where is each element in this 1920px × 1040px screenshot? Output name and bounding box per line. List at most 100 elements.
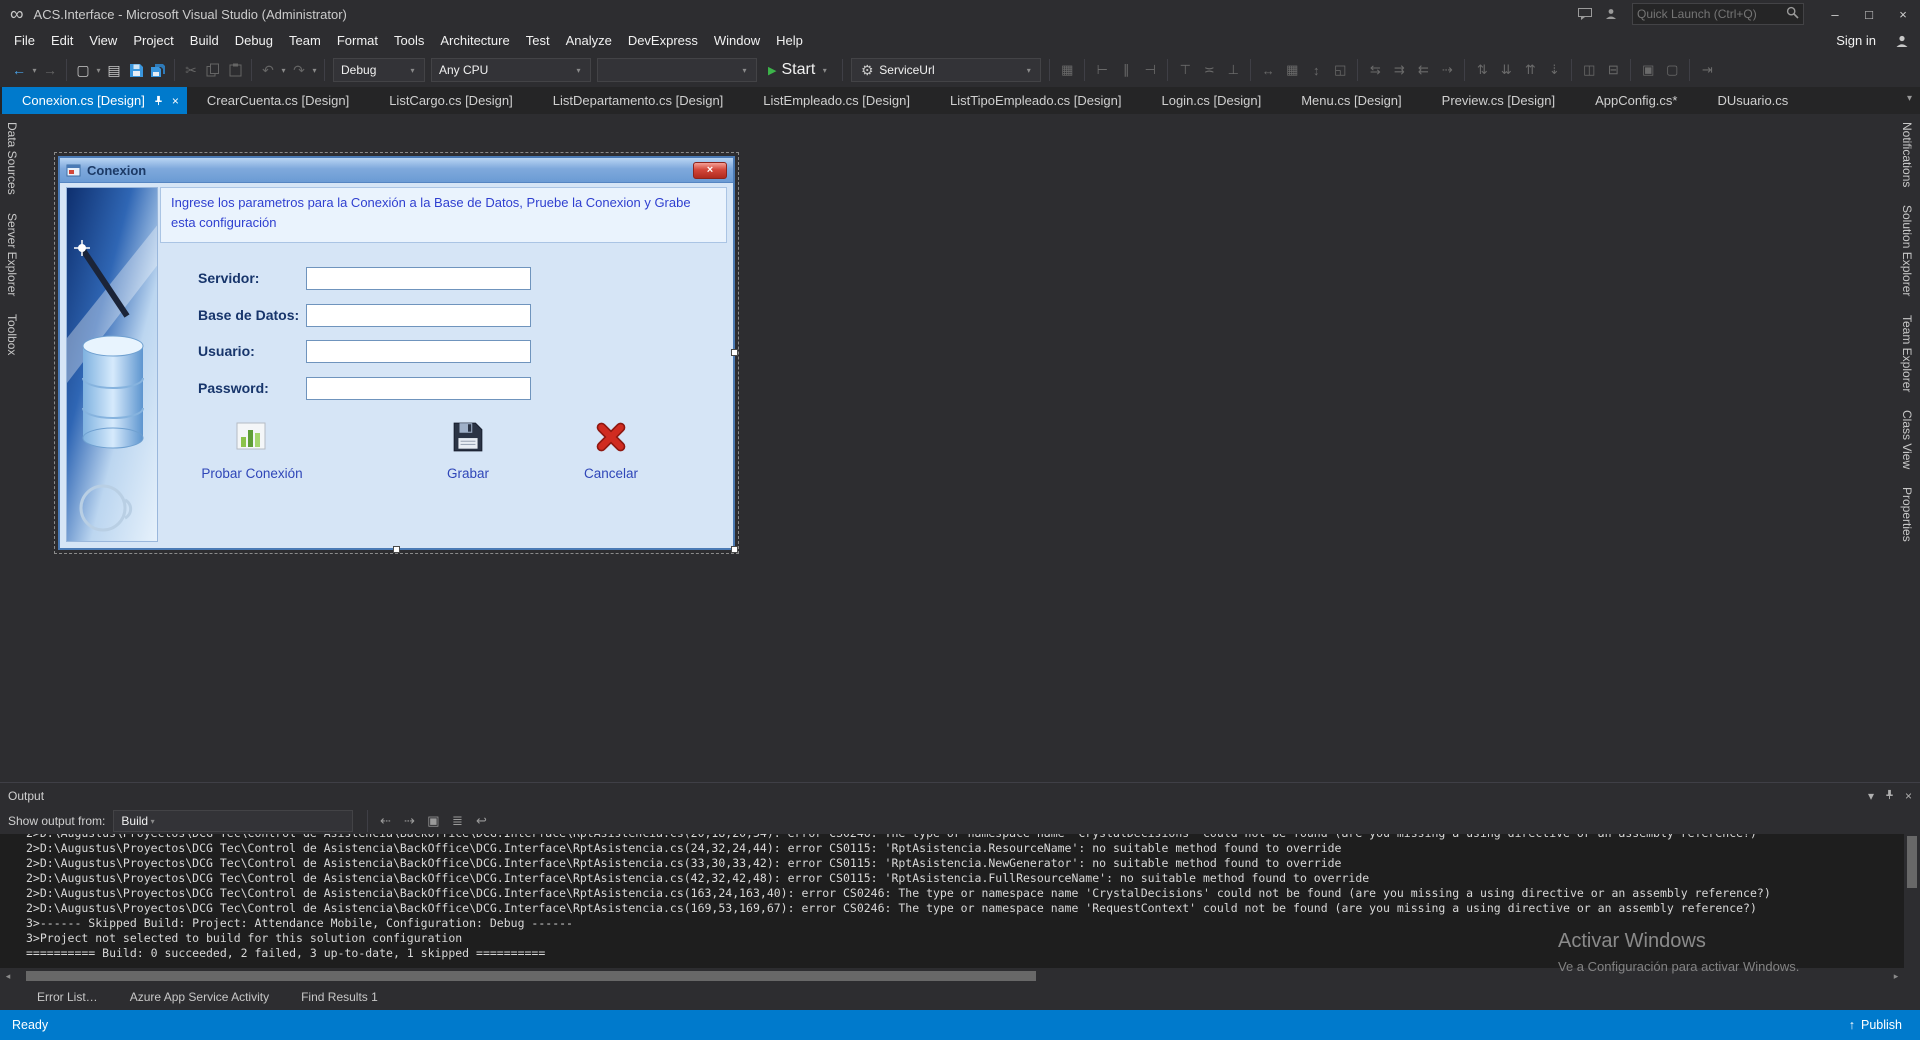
form-close-button[interactable]: × xyxy=(693,162,727,179)
grabar-button[interactable]: Grabar xyxy=(403,420,533,481)
copy-output-icon[interactable]: ▣ xyxy=(421,810,445,832)
servidor-input[interactable] xyxy=(306,267,531,290)
start-debugging-button[interactable]: ▶ Start ▾ xyxy=(760,58,837,82)
sidebar-tab-toolbox[interactable]: Toolbox xyxy=(5,314,19,355)
menu-analyze[interactable]: Analyze xyxy=(558,31,620,50)
conexion-form[interactable]: Conexion × xyxy=(58,156,735,550)
navigate-backward-caret-icon[interactable]: ▾ xyxy=(30,66,39,75)
menu-team[interactable]: Team xyxy=(281,31,329,50)
scrollbar-track[interactable] xyxy=(16,968,1888,984)
startup-item-dropdown[interactable]: ▾ xyxy=(597,58,757,82)
probar-conexion-button[interactable]: Probar Conexión xyxy=(187,420,317,481)
tab-preview[interactable]: Preview.cs [Design] xyxy=(1422,87,1575,114)
solution-configuration-dropdown[interactable]: Debug ▾ xyxy=(333,58,425,82)
feedback-icon[interactable] xyxy=(1572,3,1598,25)
menu-devexpress[interactable]: DevExpress xyxy=(620,31,706,50)
tab-menu[interactable]: Menu.cs [Design] xyxy=(1281,87,1421,114)
pin-icon[interactable] xyxy=(153,95,164,106)
horizontal-scrollbar[interactable]: ◂ ▸ xyxy=(0,968,1904,984)
make-vertical-spacing-equal-icon[interactable]: ⇅ xyxy=(1470,59,1494,81)
decrease-horizontal-spacing-icon[interactable]: ⇇ xyxy=(1411,59,1435,81)
sidebar-tab-properties[interactable]: Properties xyxy=(1900,487,1914,542)
sidebar-tab-server-explorer[interactable]: Server Explorer xyxy=(5,213,19,296)
menu-debug[interactable]: Debug xyxy=(227,31,281,50)
quick-launch-search[interactable] xyxy=(1632,3,1804,25)
form-title-bar[interactable]: Conexion × xyxy=(60,158,733,183)
base-de-datos-input[interactable] xyxy=(306,304,531,327)
tab-crearcuenta[interactable]: CrearCuenta.cs [Design] xyxy=(187,87,369,114)
tab-order-icon[interactable]: ⇥ xyxy=(1695,59,1719,81)
bring-to-front-icon[interactable]: ▣ xyxy=(1636,59,1660,81)
menu-help[interactable]: Help xyxy=(768,31,811,50)
toggle-word-wrap-icon[interactable]: ↩ xyxy=(469,810,493,832)
save-all-icon[interactable] xyxy=(147,59,169,81)
menu-edit[interactable]: Edit xyxy=(43,31,81,50)
menu-architecture[interactable]: Architecture xyxy=(432,31,517,50)
service-url-dropdown[interactable]: ⚙ ServiceUrl ▾ xyxy=(851,58,1041,82)
remove-vertical-spacing-icon[interactable]: ⇣ xyxy=(1542,59,1566,81)
person-icon[interactable] xyxy=(1598,3,1624,25)
align-bottoms-icon[interactable]: ⊥ xyxy=(1221,59,1245,81)
align-rights-icon[interactable]: ⊣ xyxy=(1138,59,1162,81)
tab-listdepartamento[interactable]: ListDepartamento.cs [Design] xyxy=(533,87,744,114)
solution-platform-dropdown[interactable]: Any CPU ▾ xyxy=(431,58,591,82)
send-to-back-icon[interactable]: ▢ xyxy=(1660,59,1684,81)
tab-listtipoempleado[interactable]: ListTipoEmpleado.cs [Design] xyxy=(930,87,1142,114)
menu-build[interactable]: Build xyxy=(182,31,227,50)
tab-listempleado[interactable]: ListEmpleado.cs [Design] xyxy=(743,87,930,114)
make-same-height-icon[interactable]: ↕ xyxy=(1304,59,1328,81)
sidebar-tab-notifications[interactable]: Notifications xyxy=(1900,122,1914,187)
output-title-bar[interactable]: Output ▾ × xyxy=(0,783,1920,808)
pin-icon[interactable] xyxy=(1884,789,1895,803)
design-surface[interactable]: Conexion × xyxy=(24,114,1894,782)
resize-handle-bottom[interactable] xyxy=(393,546,400,553)
scrollbar-thumb[interactable] xyxy=(1907,836,1917,888)
align-centers-icon[interactable]: ∥ xyxy=(1114,59,1138,81)
save-icon[interactable] xyxy=(125,59,147,81)
tab-listcargo[interactable]: ListCargo.cs [Design] xyxy=(369,87,533,114)
tab-azure-app-service-activity[interactable]: Azure App Service Activity xyxy=(130,990,269,1004)
menu-file[interactable]: File xyxy=(6,31,43,50)
tab-login[interactable]: Login.cs [Design] xyxy=(1141,87,1281,114)
open-file-icon[interactable]: ▤ xyxy=(103,59,125,81)
undo-caret-icon[interactable]: ▾ xyxy=(279,66,288,75)
tab-close-icon[interactable]: × xyxy=(172,94,179,108)
tab-conexion[interactable]: Conexion.cs [Design] × xyxy=(2,87,187,114)
menu-project[interactable]: Project xyxy=(125,31,181,50)
sidebar-tab-team-explorer[interactable]: Team Explorer xyxy=(1900,315,1914,392)
increase-horizontal-spacing-icon[interactable]: ⇉ xyxy=(1387,59,1411,81)
menu-window[interactable]: Window xyxy=(706,31,768,50)
new-file-caret-icon[interactable]: ▾ xyxy=(94,66,103,75)
align-tops-icon[interactable]: ⊤ xyxy=(1173,59,1197,81)
tab-find-results-1[interactable]: Find Results 1 xyxy=(301,990,378,1004)
clear-all-icon[interactable]: ≣ xyxy=(445,810,469,832)
redo-caret-icon[interactable]: ▾ xyxy=(310,66,319,75)
copy-icon[interactable] xyxy=(202,59,224,81)
make-same-width-icon[interactable]: ↔ xyxy=(1256,59,1280,81)
close-panel-icon[interactable]: × xyxy=(1905,789,1912,803)
navigate-forward-icon[interactable]: → xyxy=(39,59,61,81)
search-icon[interactable] xyxy=(1786,6,1799,22)
sidebar-tab-solution-explorer[interactable]: Solution Explorer xyxy=(1900,205,1914,296)
center-horizontally-icon[interactable]: ◫ xyxy=(1577,59,1601,81)
scrollbar-thumb[interactable] xyxy=(26,971,1036,981)
window-position-chevron-icon[interactable]: ▾ xyxy=(1868,789,1874,803)
tab-error-list[interactable]: Error List… xyxy=(37,990,98,1004)
undo-icon[interactable]: ↶ xyxy=(257,59,279,81)
password-input[interactable] xyxy=(306,377,531,400)
menu-tools[interactable]: Tools xyxy=(386,31,432,50)
maximize-button[interactable]: □ xyxy=(1852,0,1886,28)
menu-format[interactable]: Format xyxy=(329,31,386,50)
remove-horizontal-spacing-icon[interactable]: ⇢ xyxy=(1435,59,1459,81)
publish-button[interactable]: ↑ Publish xyxy=(1849,1018,1908,1032)
new-file-icon[interactable]: ▢ xyxy=(72,59,94,81)
size-to-grid-icon[interactable]: ▦ xyxy=(1280,59,1304,81)
resize-handle-right[interactable] xyxy=(731,349,738,356)
make-same-size-icon[interactable]: ◱ xyxy=(1328,59,1352,81)
increase-vertical-spacing-icon[interactable]: ⇊ xyxy=(1494,59,1518,81)
navigate-backward-icon[interactable]: ← xyxy=(8,59,30,81)
user-avatar-icon[interactable] xyxy=(1888,30,1916,52)
resize-handle-bottom-right[interactable] xyxy=(731,546,738,553)
align-lefts-icon[interactable]: ⊢ xyxy=(1090,59,1114,81)
sidebar-tab-class-view[interactable]: Class View xyxy=(1900,410,1914,469)
